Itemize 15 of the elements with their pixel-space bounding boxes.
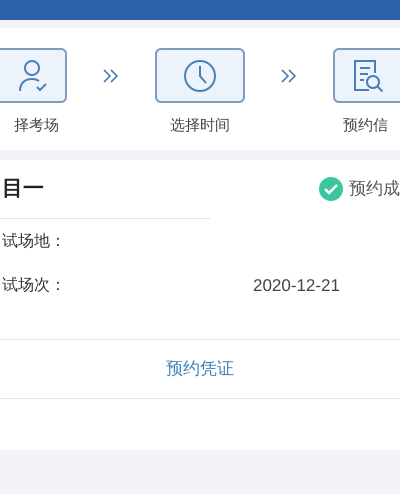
step-label: 预约信	[343, 117, 388, 134]
step-tile[interactable]	[155, 48, 245, 103]
field-label: 试场次：	[1, 276, 67, 296]
status-text: 预约成	[349, 178, 400, 200]
double-chevron-icon	[280, 68, 298, 84]
double-chevron-icon	[102, 68, 120, 84]
step-label: 选择时间	[170, 117, 230, 134]
step-tile[interactable]	[0, 48, 67, 103]
clock-icon	[182, 58, 218, 94]
step-label: 择考场	[14, 117, 59, 134]
person-check-icon	[18, 58, 48, 92]
subject-title: 目一	[1, 176, 44, 202]
field-label: 试场地：	[1, 232, 67, 252]
step-tile[interactable]	[333, 48, 400, 103]
field-value: 2020-12-21	[253, 275, 340, 298]
